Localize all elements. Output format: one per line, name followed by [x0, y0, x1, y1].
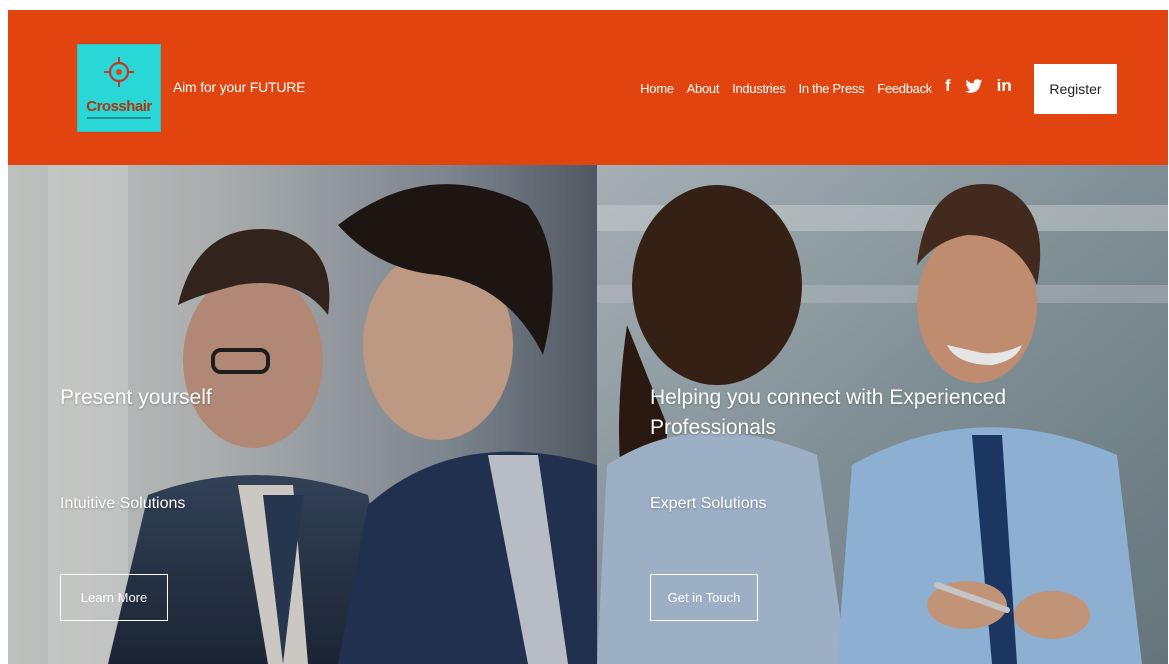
nav-home[interactable]: Home	[640, 81, 674, 96]
logo-text: Crosshair	[86, 98, 152, 115]
crosshair-logo-icon	[87, 57, 151, 119]
get-in-touch-button[interactable]: Get in Touch	[650, 574, 758, 621]
linkedin-icon[interactable]: in	[997, 76, 1012, 96]
hero-panel-left: Present yourself Intuitive Solutions Lea…	[8, 165, 597, 664]
hero-right-subtitle: Expert Solutions	[650, 495, 767, 512]
hero-left-title: Present yourself	[60, 386, 212, 409]
learn-more-button[interactable]: Learn More	[60, 574, 168, 621]
nav-industries[interactable]: Industries	[732, 81, 786, 96]
nav-about[interactable]: About	[687, 81, 720, 96]
hero-left-subtitle: Intuitive Solutions	[60, 495, 186, 512]
main-nav: Home About Industries In the Press Feedb…	[627, 81, 932, 96]
logo[interactable]: Crosshair	[77, 44, 161, 132]
facebook-icon[interactable]: f	[945, 76, 951, 96]
site-header: Crosshair Aim for your FUTURE Home About…	[8, 10, 1168, 165]
hero-panel-right: Helping you connect with Experienced Pro…	[597, 165, 1168, 664]
social-links: f in	[945, 76, 1026, 96]
page-frame: Crosshair Aim for your FUTURE Home About…	[8, 10, 1168, 664]
twitter-icon[interactable]	[965, 78, 983, 94]
nav-in-the-press[interactable]: In the Press	[799, 81, 865, 96]
register-button[interactable]: Register	[1034, 64, 1117, 114]
tagline: Aim for your FUTURE	[173, 79, 306, 95]
hero-right-title: Helping you connect with Experienced Pro…	[650, 386, 1007, 439]
nav-feedback[interactable]: Feedback	[877, 81, 932, 96]
